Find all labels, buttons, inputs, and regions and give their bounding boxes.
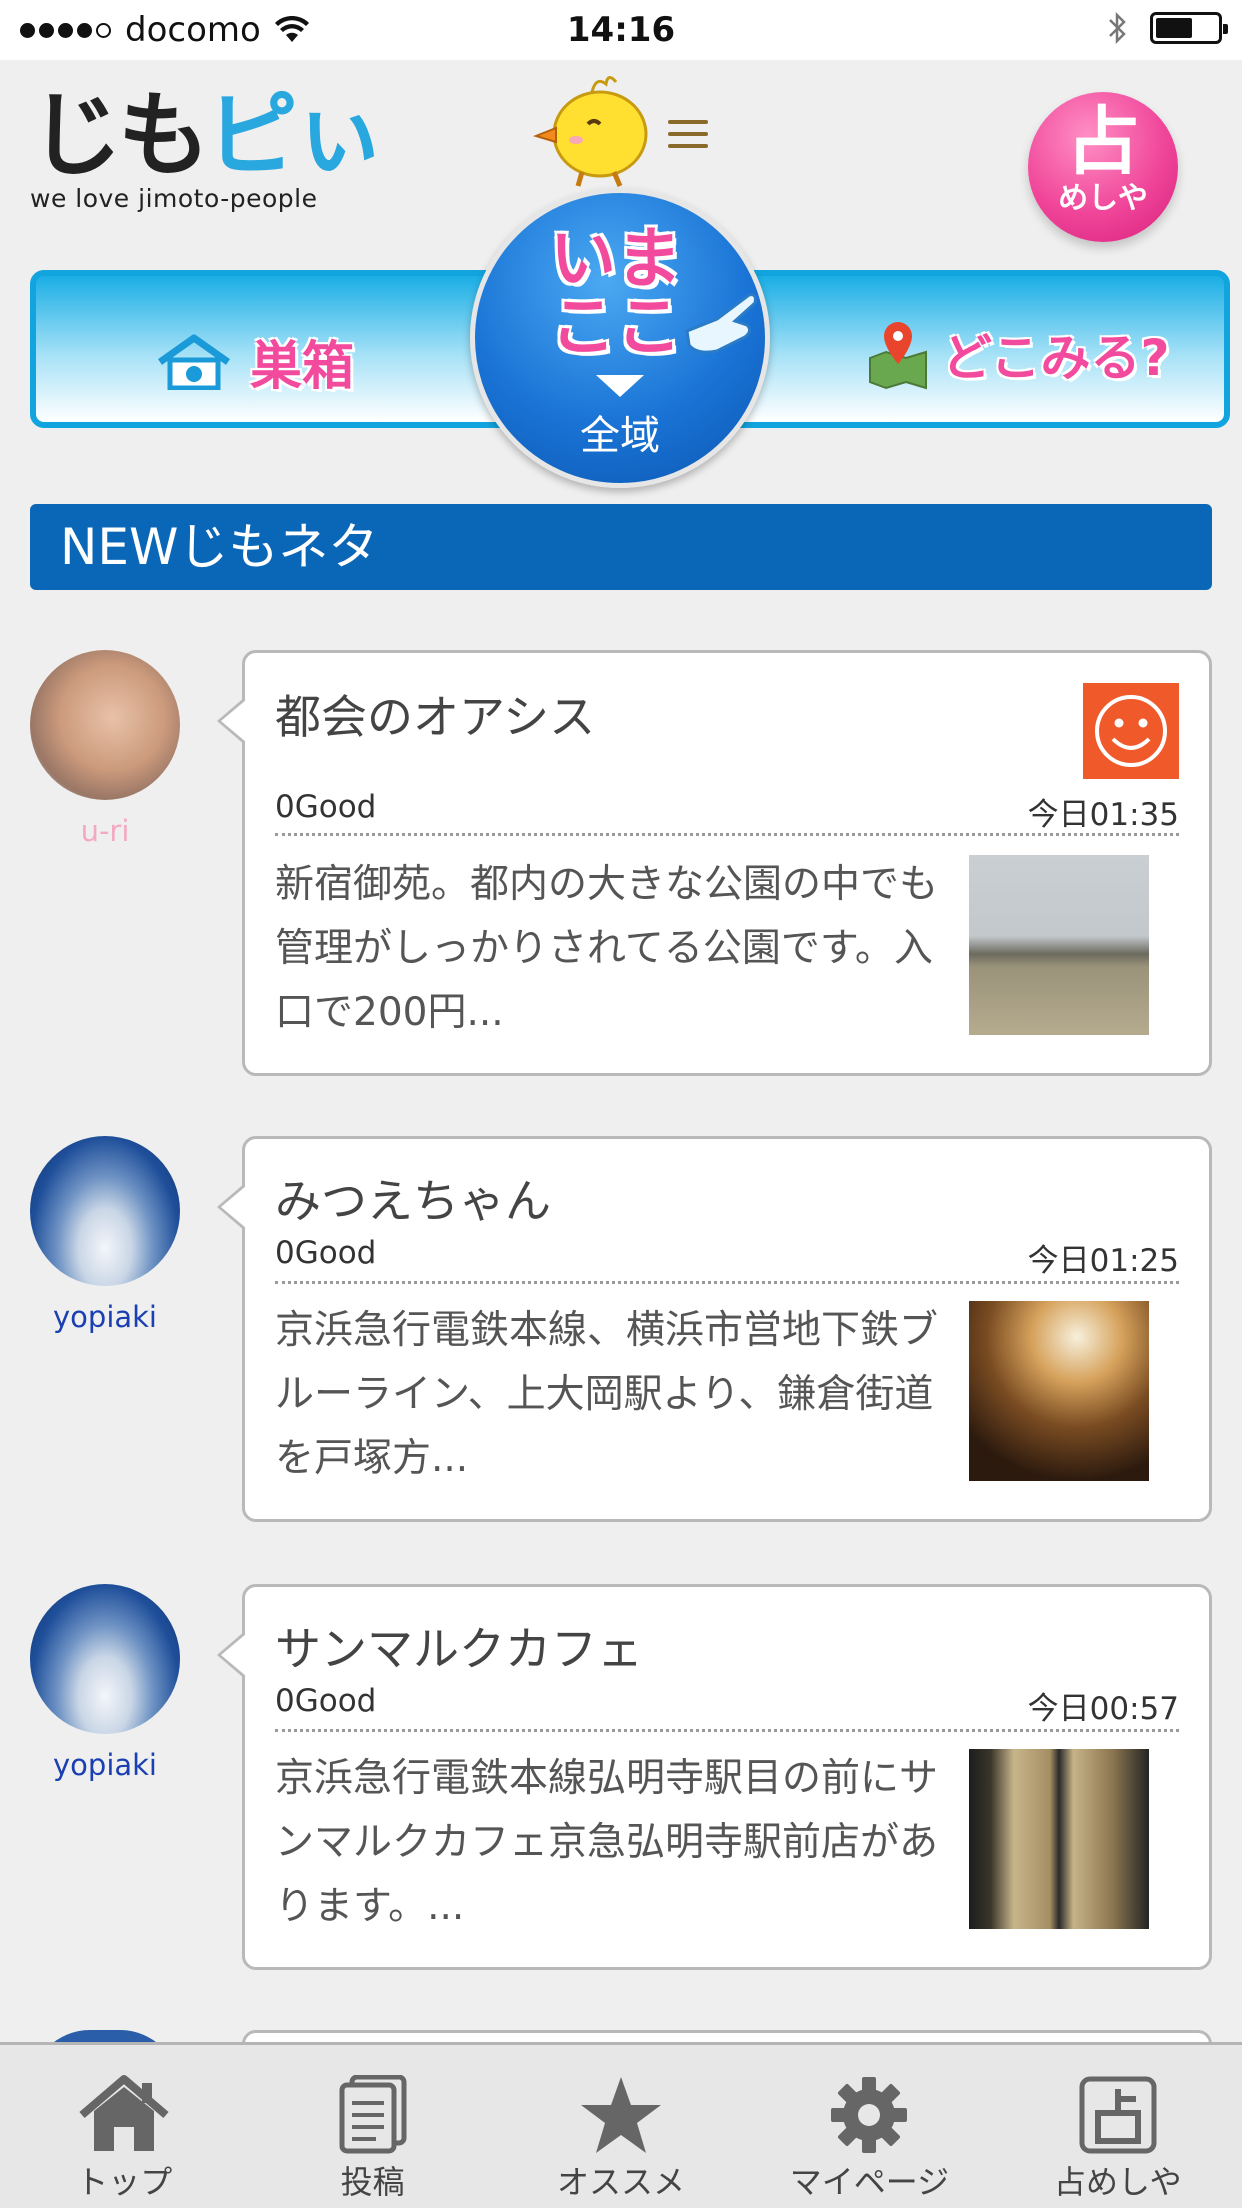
tab-label: マイページ: [789, 2163, 950, 2201]
tab-recommended[interactable]: オススメ: [497, 2045, 745, 2208]
tab-label: トップ: [76, 2163, 173, 2201]
post-time: 今日00:57: [1027, 1691, 1179, 1727]
pointing-hand-icon: [685, 293, 757, 354]
good-count: 0Good: [275, 1683, 377, 1719]
post-card[interactable]: サンマルクカフェ 0Good 今日00:57 京浜急行電鉄本線弘明寺駅目の前にサ…: [217, 1584, 1212, 1970]
post-excerpt: 新宿御苑。都内の大きな公園の中でも管理がしっかりされてる公園です。入口で200円…: [275, 862, 939, 1035]
username[interactable]: yopiaki: [0, 1748, 210, 1782]
divider: [275, 1281, 1179, 1284]
status-right: [1106, 10, 1228, 46]
username[interactable]: yopiaki: [0, 1300, 210, 1334]
status-bar: docomo 14:16: [0, 0, 1242, 60]
bluetooth-icon: [1109, 11, 1126, 45]
tab-top[interactable]: トップ: [0, 2045, 248, 2208]
fortune-shop-button[interactable]: 占 めしや: [1028, 92, 1178, 242]
house-icon: [157, 334, 231, 390]
fortune-button-label: めしや: [1058, 181, 1148, 216]
nest-box-label: 巣箱: [250, 337, 355, 397]
status-time: 14:16: [566, 10, 676, 50]
tab-mypage[interactable]: マイページ: [745, 2045, 993, 2208]
fortune-icon: [1079, 2076, 1157, 2154]
area-dropdown-arrow-icon: [596, 375, 644, 397]
current-location-button[interactable]: いまここ 全域: [470, 188, 770, 488]
post-thumbnail: [969, 855, 1149, 1035]
divider: [275, 1729, 1179, 1732]
post-title: 都会のオアシス: [275, 690, 596, 744]
home-icon: [79, 2075, 169, 2151]
post-thumbnail: [969, 1301, 1149, 1481]
tab-label: オススメ: [557, 2163, 686, 2201]
post-time: 今日01:25: [1027, 1243, 1179, 1279]
fortune-button-kanji: 占: [1066, 99, 1140, 185]
post-card[interactable]: みつえちゃん 0Good 今日01:25 京浜急行電鉄本線、横浜市営地下鉄ブルー…: [217, 1136, 1212, 1522]
avatar[interactable]: [30, 650, 180, 800]
app-logo[interactable]: じもピぃ we love jimoto-people: [30, 88, 386, 214]
good-count: 0Good: [275, 789, 377, 825]
smiley-face-icon: [1083, 683, 1179, 779]
where-to-look-label: どこみる?: [942, 329, 1170, 387]
tab-post[interactable]: 投稿: [248, 2045, 496, 2208]
gear-icon: [831, 2077, 908, 2153]
logo-text-main: じも: [30, 82, 210, 189]
where-to-look-button[interactable]: どこみる?: [866, 318, 1170, 390]
tab-fortune[interactable]: 占めしや: [994, 2045, 1242, 2208]
post-thumbnail: [969, 1749, 1149, 1929]
post-excerpt: 京浜急行電鉄本線、横浜市営地下鉄ブルーライン、上大岡駅より、鎌倉街道を戸塚方..…: [275, 1308, 939, 1481]
avatar[interactable]: [30, 1136, 180, 1286]
post-card[interactable]: 都会のオアシス 0Good 今日01:35 新宿御苑。都内の大きな公園の中でも管…: [217, 650, 1212, 1076]
post-title: サンマルクカフェ: [275, 1622, 643, 1676]
bottom-tab-bar: トップ 投稿 オススメ マイページ 占めしや: [0, 2042, 1242, 2208]
tab-label: 占めしや: [1053, 2163, 1182, 2201]
username[interactable]: u-ri: [0, 814, 210, 848]
avatar[interactable]: [30, 1584, 180, 1734]
good-count: 0Good: [275, 1235, 377, 1271]
logo-text-accent: ピぃ: [206, 82, 386, 189]
post-time: 今日01:35: [1027, 797, 1179, 833]
tab-label: 投稿: [340, 2163, 405, 2201]
post-title: みつえちゃん: [275, 1174, 551, 1228]
current-location-text: いまここ: [550, 220, 682, 365]
nest-box-button[interactable]: 巣箱: [154, 324, 354, 399]
battery-icon: [1150, 12, 1228, 44]
post-excerpt: 京浜急行電鉄本線弘明寺駅目の前にサンマルクカフェ京急弘明寺駅前店があります。..…: [275, 1756, 939, 1929]
divider: [275, 833, 1179, 836]
map-pin-icon: [869, 322, 927, 390]
section-title: NEWじもネタ: [30, 504, 1212, 590]
star-icon: [581, 2077, 662, 2153]
hamburger-menu-icon[interactable]: [668, 120, 708, 154]
document-icon: [339, 2075, 407, 2154]
chick-mascot-icon[interactable]: [532, 62, 662, 192]
area-label: 全域: [580, 413, 660, 459]
